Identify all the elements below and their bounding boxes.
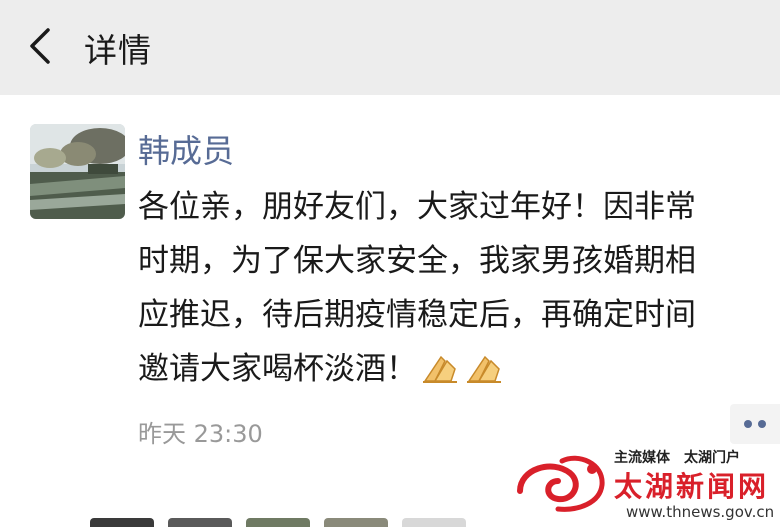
chevron-left-icon: [30, 28, 50, 64]
avatar[interactable]: [90, 518, 154, 527]
watermark: 主流媒体 太湖门户 太湖新闻网 www.thnews.gov.cn: [512, 445, 780, 527]
watermark-tagline: 主流媒体 太湖门户: [614, 450, 740, 466]
post-message: 各位亲，朋好友们，大家过年好！因非常 时期，为了保大家安全，我家男孩婚期相 应推…: [138, 180, 770, 402]
avatar[interactable]: [324, 518, 388, 527]
author-name[interactable]: 韩成员: [138, 126, 234, 172]
watermark-url: www.thnews.gov.cn: [626, 503, 775, 521]
message-line-last: 邀请大家喝杯淡酒！: [138, 342, 770, 402]
message-line: 各位亲，朋好友们，大家过年好！因非常: [138, 189, 696, 225]
top-bar: 详情: [0, 0, 780, 95]
page-title: 详情: [84, 31, 152, 70]
clasped-hands-icon: [421, 348, 461, 402]
message-line: 应推迟，待后期疫情稳定后，再确定时间: [138, 297, 696, 333]
message-line: 时期，为了保大家安全，我家男孩婚期相: [138, 243, 696, 279]
more-dots-icon: [744, 420, 752, 428]
back-button[interactable]: [26, 26, 56, 66]
comment-avatar-strip: [90, 518, 540, 527]
watermark-name: 太湖新闻网: [614, 470, 770, 503]
message-line: 邀请大家喝杯淡酒！: [138, 351, 417, 387]
watermark-logo-icon: [512, 451, 612, 519]
more-dots-icon: [758, 420, 766, 428]
avatar[interactable]: [168, 518, 232, 527]
avatar[interactable]: [402, 518, 466, 527]
avatar[interactable]: [30, 124, 125, 219]
clasped-hands-icon: [465, 348, 505, 402]
avatar[interactable]: [246, 518, 310, 527]
more-button[interactable]: [730, 404, 780, 444]
post-timestamp: 昨天 23:30: [138, 420, 263, 448]
